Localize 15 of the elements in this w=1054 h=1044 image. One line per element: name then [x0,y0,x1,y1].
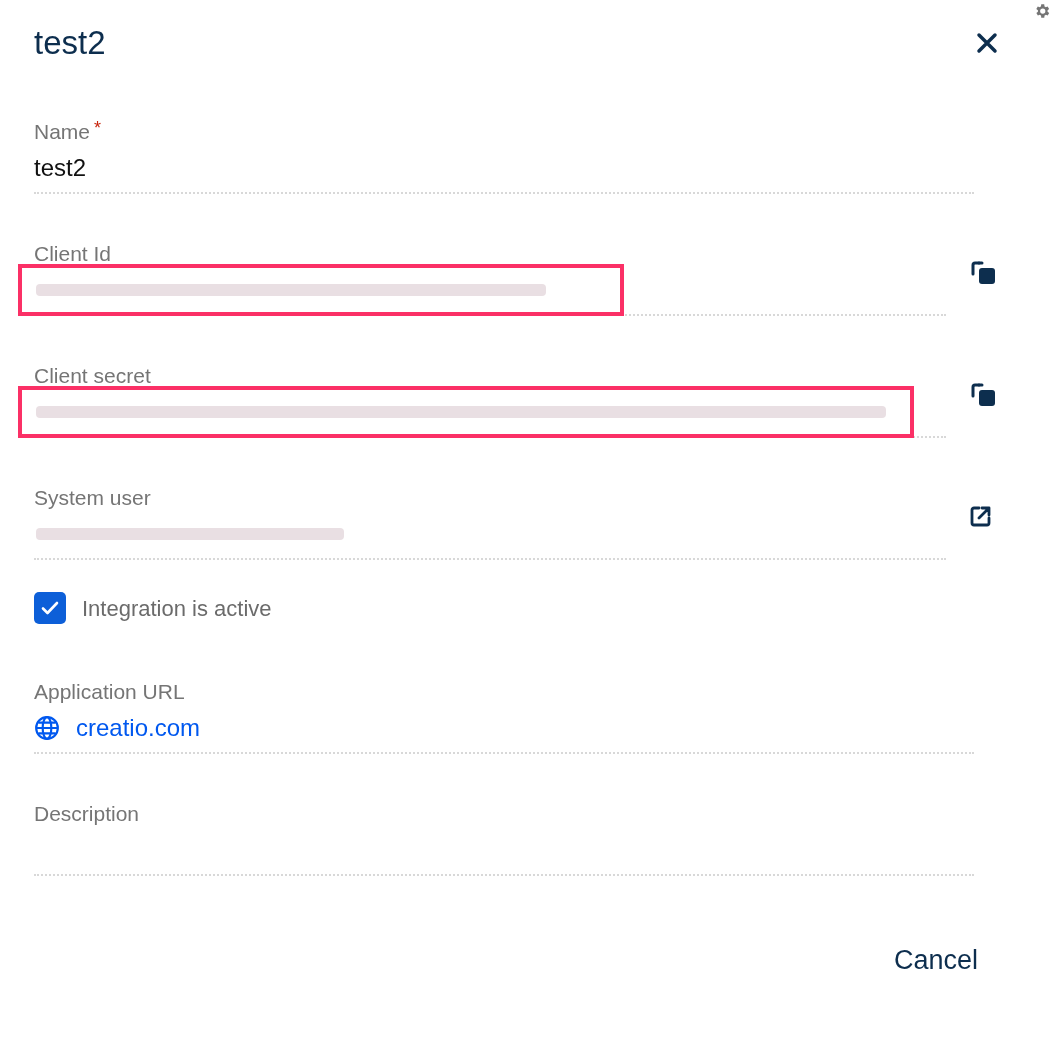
field-value: test2 [34,153,87,183]
cancel-button[interactable]: Cancel [885,936,986,985]
field-label: Description [34,801,140,827]
field-label: Name [34,119,91,145]
close-icon [976,32,998,54]
field-label: Client Id [34,241,112,267]
field-label: Client secret [34,363,151,389]
field-label: Application URL [34,679,185,705]
checkbox[interactable] [34,592,66,624]
dialog-title: test2 [34,23,106,64]
globe-icon [34,715,60,741]
checkbox-label: Integration is active [82,594,272,623]
url-link[interactable]: creatio.com [76,710,201,746]
field-label: System user [34,485,151,511]
required-mark: * [94,118,102,138]
